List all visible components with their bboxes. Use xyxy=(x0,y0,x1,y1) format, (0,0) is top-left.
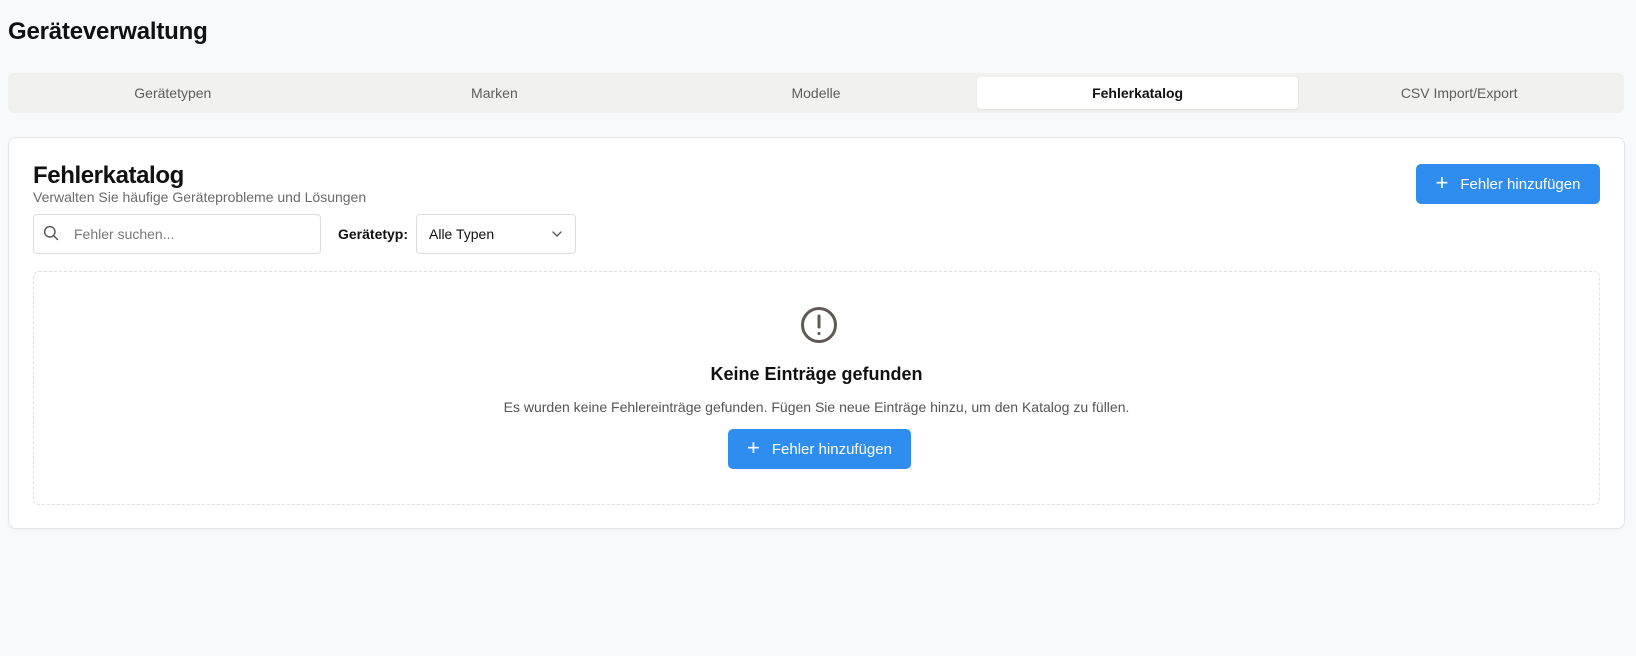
chevron-down-icon xyxy=(551,228,563,240)
tab-fehlerkatalog[interactable]: Fehlerkatalog xyxy=(976,77,1299,109)
device-type-select[interactable]: Alle Typen xyxy=(416,214,576,254)
tab-marken[interactable]: Marken xyxy=(334,77,656,109)
plus-icon: + xyxy=(1435,170,1449,195)
empty-add-error-button[interactable]: + Fehler hinzufügen xyxy=(728,429,911,469)
card-subtitle: Verwalten Sie häufige Geräteprobleme und… xyxy=(33,189,367,205)
device-type-selected-value: Alle Typen xyxy=(429,226,495,242)
empty-add-error-button-label: Fehler hinzufügen xyxy=(771,440,892,458)
search-input[interactable] xyxy=(74,226,294,242)
empty-state-text: Es wurden keine Fehlereinträge gefunden.… xyxy=(503,399,1130,415)
add-error-button-label: Fehler hinzufügen xyxy=(1460,175,1581,193)
tab-bar: Gerätetypen Marken Modelle Fehlerkatalog… xyxy=(8,73,1624,113)
empty-state: Keine Einträge gefunden Es wurden keine … xyxy=(33,271,1600,505)
device-type-label: Gerätetyp: xyxy=(338,226,409,242)
page-title: Geräteverwaltung xyxy=(8,18,208,45)
tab-csv-import-export[interactable]: CSV Import/Export xyxy=(1298,77,1620,109)
add-error-button[interactable]: + Fehler hinzufügen xyxy=(1416,164,1600,204)
plus-icon: + xyxy=(747,435,760,460)
tab-geraetetypen[interactable]: Gerätetypen xyxy=(12,77,334,109)
search-field[interactable] xyxy=(33,214,321,254)
error-catalog-card: Fehlerkatalog Verwalten Sie häufige Gerä… xyxy=(8,137,1625,529)
alert-circle-icon xyxy=(799,305,839,345)
search-icon xyxy=(43,225,61,243)
empty-state-title: Keine Einträge gefunden xyxy=(710,364,923,384)
page: Geräteverwaltung Gerätetypen Marken Mode… xyxy=(0,0,1636,656)
tab-modelle[interactable]: Modelle xyxy=(655,77,977,109)
card-title: Fehlerkatalog xyxy=(33,162,184,189)
